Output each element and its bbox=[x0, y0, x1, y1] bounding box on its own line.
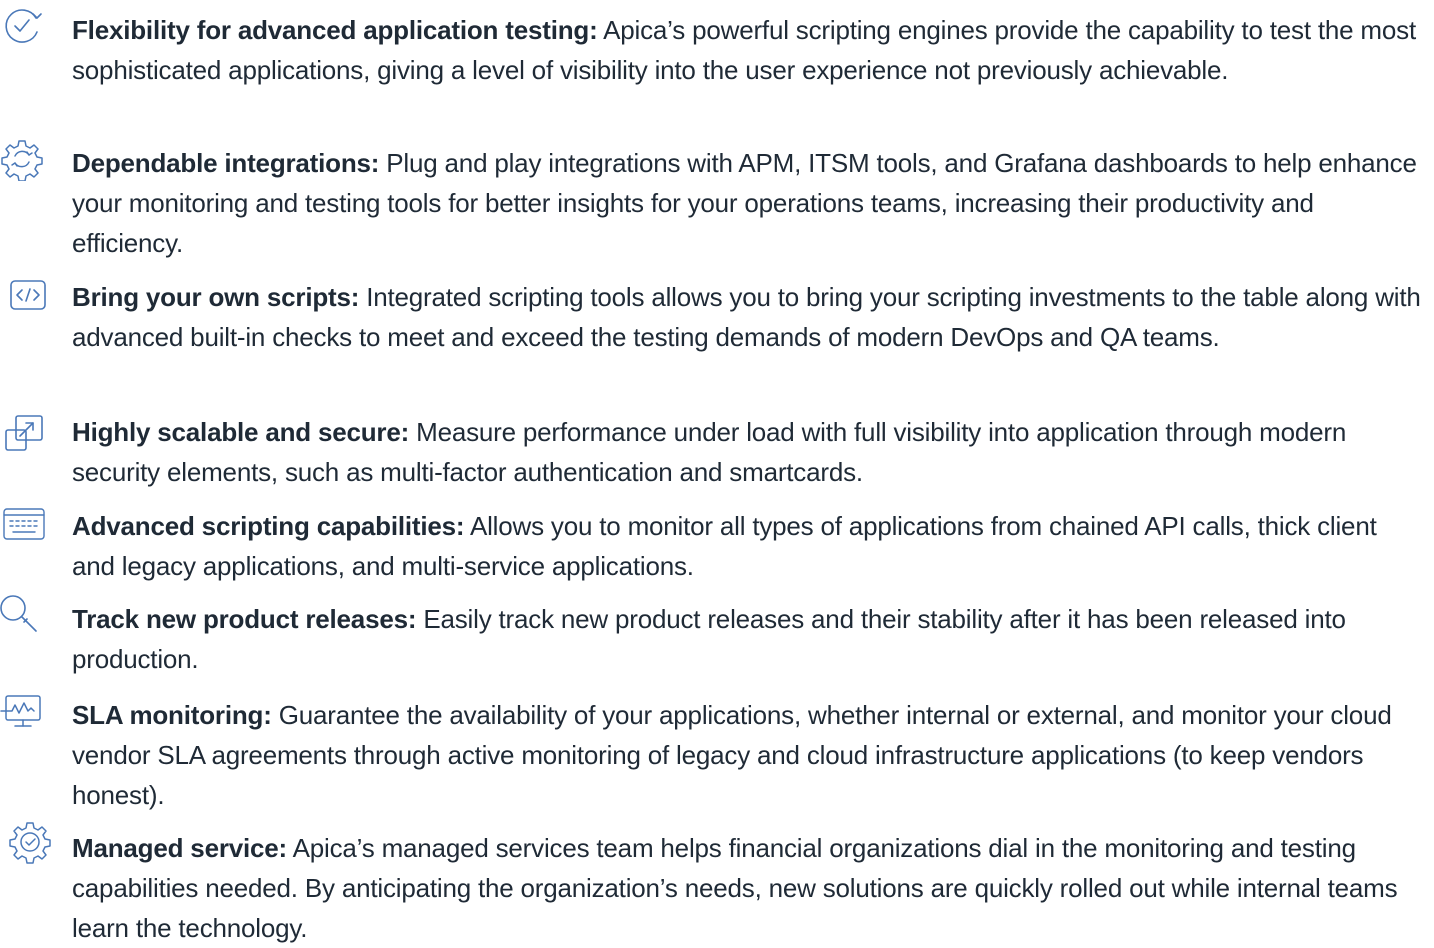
feature-title: Flexibility for advanced application tes… bbox=[72, 15, 598, 45]
code-window-icon bbox=[6, 273, 50, 317]
feature-title: Dependable integrations: bbox=[72, 148, 380, 178]
feature-title: Bring your own scripts: bbox=[72, 282, 360, 312]
check-circle-arrows-icon bbox=[0, 4, 44, 48]
feature-title: Advanced scripting capabilities: bbox=[72, 511, 465, 541]
feature-title: Highly scalable and secure: bbox=[72, 417, 410, 447]
feature-title: Track new product releases: bbox=[72, 604, 417, 634]
magnifier-icon bbox=[0, 591, 40, 635]
scale-expand-icon bbox=[2, 412, 46, 456]
feature-title: SLA monitoring: bbox=[72, 700, 272, 730]
keyboard-icon bbox=[2, 502, 46, 546]
gear-sync-icon bbox=[0, 137, 44, 181]
gear-check-icon bbox=[8, 820, 52, 864]
monitor-pulse-icon bbox=[0, 691, 44, 735]
feature-title: Managed service: bbox=[72, 833, 288, 863]
